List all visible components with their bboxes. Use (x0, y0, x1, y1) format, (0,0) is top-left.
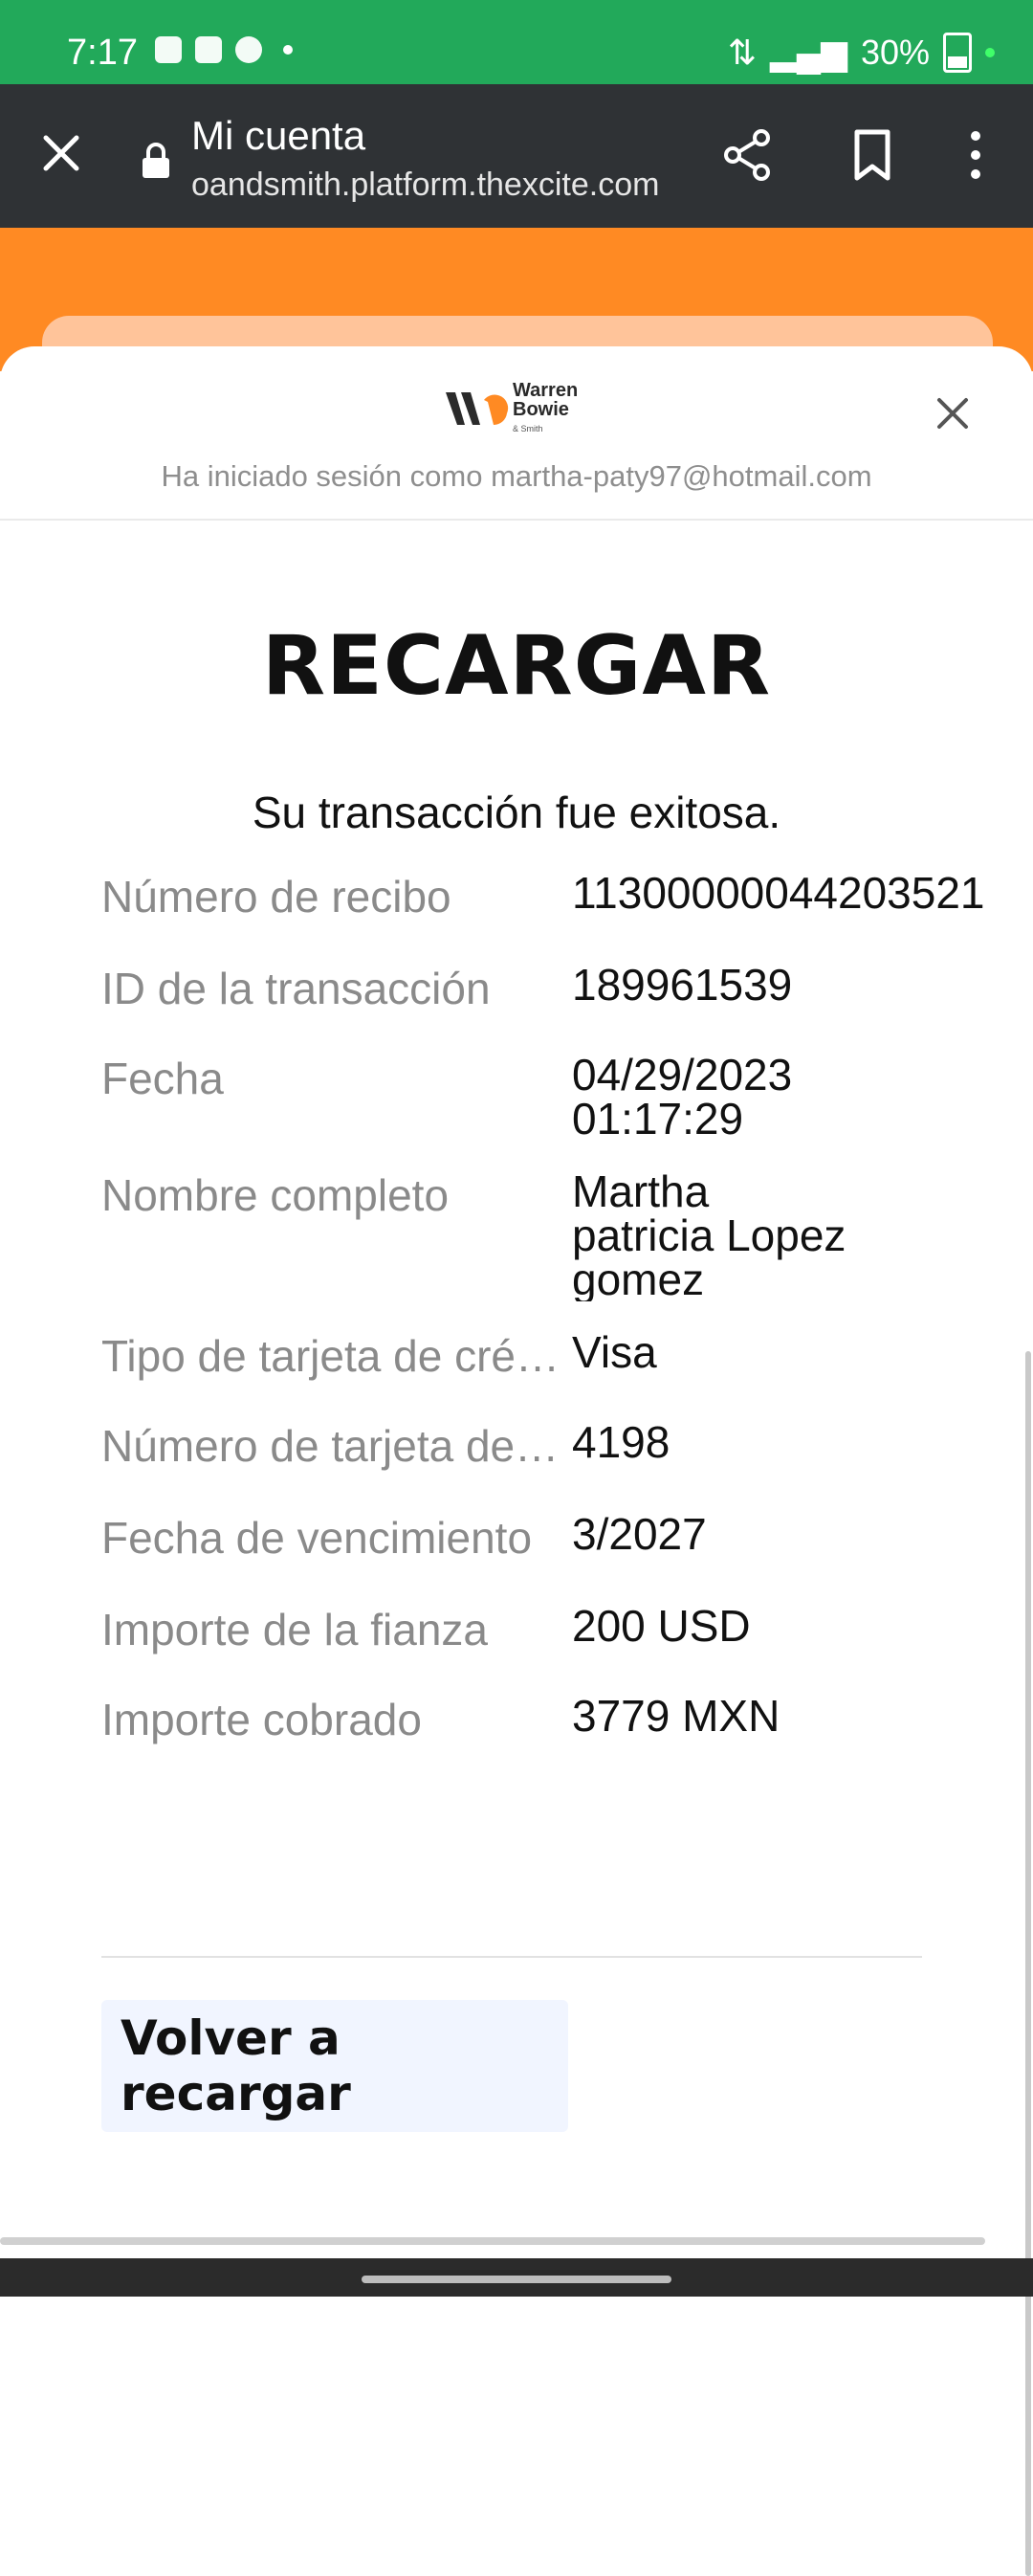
camera-indicator-icon (985, 48, 995, 57)
detail-label: ID de la transacción (101, 964, 491, 1013)
page-title: Mi cuenta (191, 113, 366, 158)
divider (101, 1956, 922, 1958)
detail-value: 11300000044203521 (572, 871, 985, 915)
detail-label: Fecha (101, 1054, 224, 1103)
signed-in-text: Ha iniciado sesión como martha-paty97@ho… (161, 459, 872, 493)
detail-label: Nombre completo (101, 1170, 450, 1220)
detail-label: Tipo de tarjeta de crédito (101, 1331, 566, 1381)
detail-value: 3779 MXN (572, 1694, 780, 1738)
detail-label: Número de tarjeta de crédito (101, 1421, 566, 1471)
page-heading: RECARGAR (261, 618, 772, 714)
sheet-header: Warren Bowie & Smith Ha iniciado sesión … (0, 346, 1033, 521)
notification-icon (155, 36, 182, 63)
status-time: 7:17 (67, 33, 138, 73)
recharge-sheet: Warren Bowie & Smith Ha iniciado sesión … (0, 346, 1033, 2576)
share-icon[interactable] (719, 126, 777, 184)
browser-toolbar: Mi cuenta oandsmith.platform.thexcite.co… (0, 84, 1033, 228)
close-icon[interactable] (34, 126, 88, 180)
battery-icon (943, 33, 972, 73)
detail-value: 189961539 (572, 963, 793, 1007)
signal-icon: ▂▄▆ (770, 33, 847, 72)
detail-value: 04/29/2023 01:17:29 (572, 1053, 793, 1141)
detail-label: Importe cobrado (101, 1695, 422, 1744)
more-notifications-icon (283, 45, 293, 55)
detail-label: Número de recibo (101, 872, 451, 922)
brand-line-2: Bowie (513, 399, 569, 420)
outlook-icon (195, 36, 222, 63)
brand-line-3: & Smith (513, 424, 543, 433)
more-options-icon[interactable] (956, 126, 995, 184)
brand-name: Warren Bowie & Smith (513, 381, 578, 438)
recharge-again-button[interactable]: Volver a recargar (101, 2000, 568, 2132)
status-right: ⇅ ▂▄▆ 30% (728, 33, 995, 73)
detail-value: 4198 (572, 1420, 670, 1464)
sheet-close-icon[interactable] (935, 396, 970, 431)
success-message: Su transacción fue exitosa. (252, 788, 781, 837)
status-bar: 7:17 ⇅ ▂▄▆ 30% (0, 0, 1033, 84)
detail-value: 3/2027 (572, 1512, 707, 1556)
battery-percent: 30% (860, 33, 930, 72)
detail-value: 200 USD (572, 1604, 751, 1648)
notification-icons (155, 36, 293, 63)
home-gesture-handle[interactable] (362, 2276, 671, 2283)
brand-line-1: Warren (513, 380, 579, 401)
system-nav-bar (0, 2258, 1033, 2297)
vertical-scrollbar[interactable] (1025, 1351, 1031, 2576)
url-text[interactable]: oandsmith.platform.thexcite.com (191, 167, 689, 204)
detail-label: Importe de la fianza (101, 1605, 489, 1654)
data-transfer-icon: ⇅ (727, 33, 758, 72)
bookmark-icon[interactable] (846, 126, 899, 184)
horizontal-scrollbar[interactable] (0, 2237, 985, 2245)
whatsapp-icon (235, 36, 262, 63)
lock-icon (143, 143, 169, 178)
detail-value: Martha patricia Lopez gomez (572, 1169, 846, 1301)
detail-value: Visa (572, 1330, 657, 1374)
detail-label: Fecha de vencimiento (101, 1513, 533, 1563)
